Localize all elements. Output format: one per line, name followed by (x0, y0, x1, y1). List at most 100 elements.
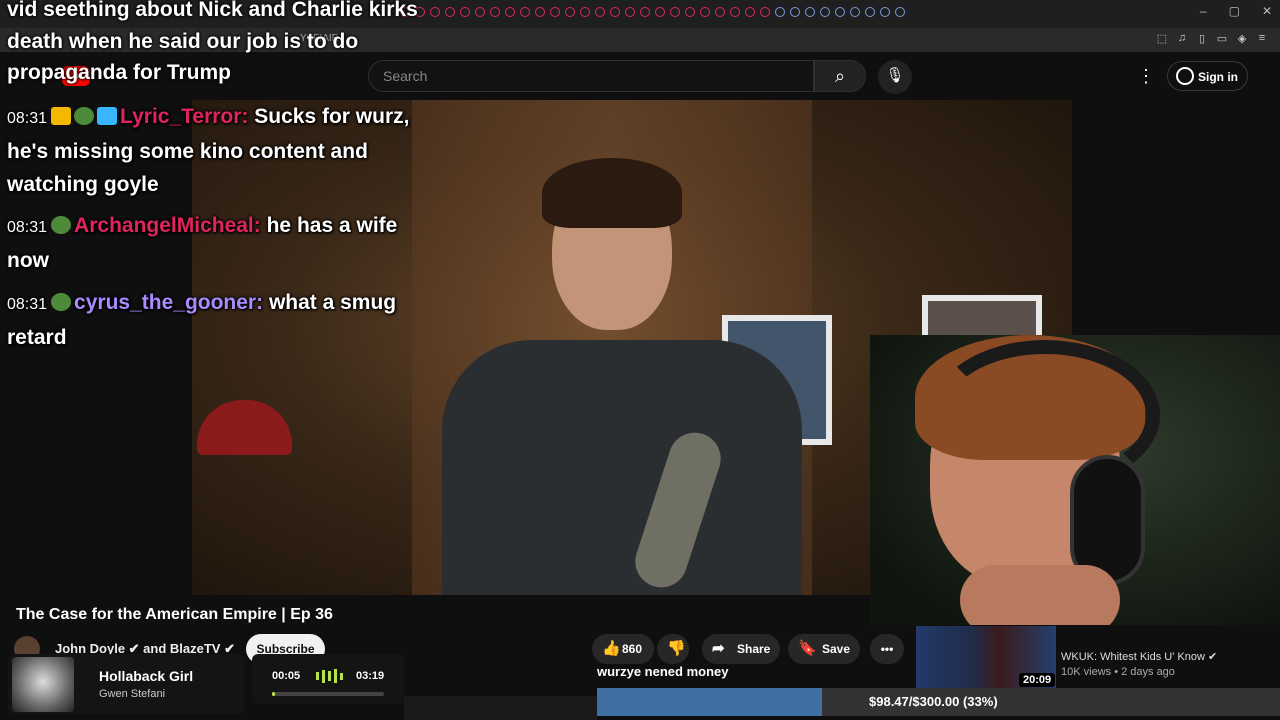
account-icon (1176, 67, 1194, 85)
video-title: The Case for the American Empire | Ep 36 (16, 606, 333, 623)
bookmark-icon: 🔖 (798, 640, 817, 657)
browser-tab-icon[interactable] (550, 7, 560, 17)
facecam-hand (960, 565, 1120, 625)
browser-toolbar: ⬚ ♫ ▯ ▭ ◈ ≡ (1156, 32, 1268, 45)
menu-icon[interactable]: ≡ (1256, 32, 1268, 45)
sign-in-button[interactable]: Sign in (1167, 61, 1248, 91)
song-artist: Gwen Stefani (99, 688, 166, 700)
browser-tab-icon[interactable] (850, 7, 860, 17)
save-button[interactable]: 🔖 Save (788, 634, 860, 664)
chat-username[interactable]: cyrus_the_gooner (74, 291, 256, 314)
video-red-hat (197, 400, 292, 455)
bottom-strip (404, 696, 597, 720)
chat-username[interactable]: ArchangelMicheal (74, 214, 254, 237)
share-icon: ➦ (712, 640, 725, 657)
song-progress-track (272, 692, 384, 696)
browser-tab-icon[interactable] (505, 7, 515, 17)
donation-goal-bar: $98.47/$300.00 (33%) (597, 688, 1280, 716)
dislike-button[interactable]: 👎 (657, 634, 689, 664)
like-button[interactable]: 👍 860 (592, 634, 654, 664)
share-button[interactable]: ➦ Share (702, 634, 780, 664)
elapsed-time: 00:05 (272, 670, 301, 682)
minimize-button[interactable]: – (1200, 4, 1207, 18)
search-input[interactable]: Search (368, 60, 814, 92)
browser-tab-icon[interactable] (670, 7, 680, 17)
browser-tab-icon[interactable] (625, 7, 635, 17)
extensions-icon[interactable]: ⬚ (1156, 32, 1168, 45)
thumbs-up-icon: 👍 (602, 640, 621, 657)
now-playing-widget: Hollaback Girl Gwen Stefani (8, 654, 244, 714)
browser-tab-icon[interactable] (805, 7, 815, 17)
more-actions-button[interactable]: ••• (870, 634, 904, 664)
song-length: 03:19 (356, 670, 385, 682)
shield-icon[interactable]: ◈ (1236, 32, 1248, 45)
crown-badge-icon (51, 107, 72, 125)
like-count: 860 (622, 642, 643, 656)
suggested-video-duration: 20:09 (1019, 673, 1056, 687)
browser-tab-icon[interactable] (820, 7, 830, 17)
suggested-video-channel[interactable]: WKUK: Whitest Kids U' Know ✔ (1061, 650, 1217, 663)
chat-timestamp: 08:31 (7, 296, 48, 313)
browser-tab-icon[interactable] (775, 7, 785, 17)
song-progress-fill (272, 692, 276, 696)
frog-badge-icon (51, 293, 72, 311)
browser-tab-icon[interactable] (565, 7, 575, 17)
window-controls: – ▢ ✕ (1200, 4, 1272, 18)
browser-tab-icon[interactable] (460, 7, 470, 17)
browser-tab-icon[interactable] (655, 7, 665, 17)
microphone-icon[interactable]: 🎙 (878, 60, 912, 94)
donation-goal-label: $98.47/$300.00 (33%) (869, 694, 998, 709)
video-host (442, 150, 802, 595)
browser-tab-icon[interactable] (685, 7, 695, 17)
browser-tab-icon[interactable] (475, 7, 485, 17)
browser-tab-icon[interactable] (640, 7, 650, 17)
thumbs-down-icon: 👎 (667, 640, 686, 657)
browser-tab-icon[interactable] (865, 7, 875, 17)
browser-tab-icon[interactable] (595, 7, 605, 17)
browser-tab-icon[interactable] (895, 7, 905, 17)
share-label: Share (737, 642, 771, 656)
browser-tab-icon[interactable] (490, 7, 500, 17)
browser-tab-icon[interactable] (880, 7, 890, 17)
close-button[interactable]: ✕ (1262, 4, 1272, 18)
search-icon[interactable]: ⌕ (814, 60, 866, 92)
album-art (12, 657, 74, 712)
browser-tab-icon[interactable] (445, 7, 455, 17)
video-host-hair (542, 158, 682, 228)
video-host-body (442, 340, 802, 595)
tab-list[interactable] (400, 7, 905, 17)
donation-goal-fill (597, 688, 823, 716)
suggested-video-meta: 10K views • 2 days ago (1061, 666, 1175, 678)
sidebar-icon[interactable]: ▯ (1196, 32, 1208, 45)
streamer-facecam (870, 335, 1280, 625)
song-title: Hollaback Girl (99, 668, 194, 684)
browser-tab-icon[interactable] (700, 7, 710, 17)
browser-tab-icon[interactable] (745, 7, 755, 17)
browser-tab-icon[interactable] (790, 7, 800, 17)
browser-tab-icon[interactable] (430, 7, 440, 17)
chat-message-top: vid seething about Nick and Charlie kirk… (7, 0, 418, 84)
chat-username[interactable]: Lyric_Terror (120, 105, 241, 128)
chat-message: 08:31 cyrus_the_gooner: what a smug retar… (7, 291, 397, 349)
screen: – ▢ ✕ YSFIAIE ⬚ ♫ ▯ ▭ ◈ ≡ Search ⌕ 🎙 ⋮ S… (0, 0, 1280, 720)
browser-tab-icon[interactable] (835, 7, 845, 17)
save-label: Save (822, 642, 851, 656)
wallet-icon[interactable]: ▭ (1216, 32, 1228, 45)
music-player-progress: 00:05 03:19 (252, 654, 404, 704)
browser-tab-icon[interactable] (715, 7, 725, 17)
browser-tab-icon[interactable] (730, 7, 740, 17)
chat-message: 08:31 Lyric_Terror: Sucks for wurz, he's … (7, 105, 410, 196)
chat-timestamp: 08:31 (7, 219, 48, 236)
browser-tab-icon[interactable] (580, 7, 590, 17)
chat-message: 08:31 ArchangelMicheal: he has a wife now (7, 214, 398, 272)
browser-tab-icon[interactable] (535, 7, 545, 17)
goal-message: wurzye nened money (597, 664, 729, 679)
more-options-icon[interactable]: ⋮ (1137, 66, 1155, 87)
media-icon[interactable]: ♫ (1176, 32, 1188, 45)
browser-tab-icon[interactable] (760, 7, 770, 17)
browser-tab-icon[interactable] (520, 7, 530, 17)
audio-wave-icon (316, 669, 346, 683)
browser-tab-icon[interactable] (610, 7, 620, 17)
sign-in-label: Sign in (1198, 70, 1238, 84)
maximize-button[interactable]: ▢ (1229, 4, 1240, 18)
